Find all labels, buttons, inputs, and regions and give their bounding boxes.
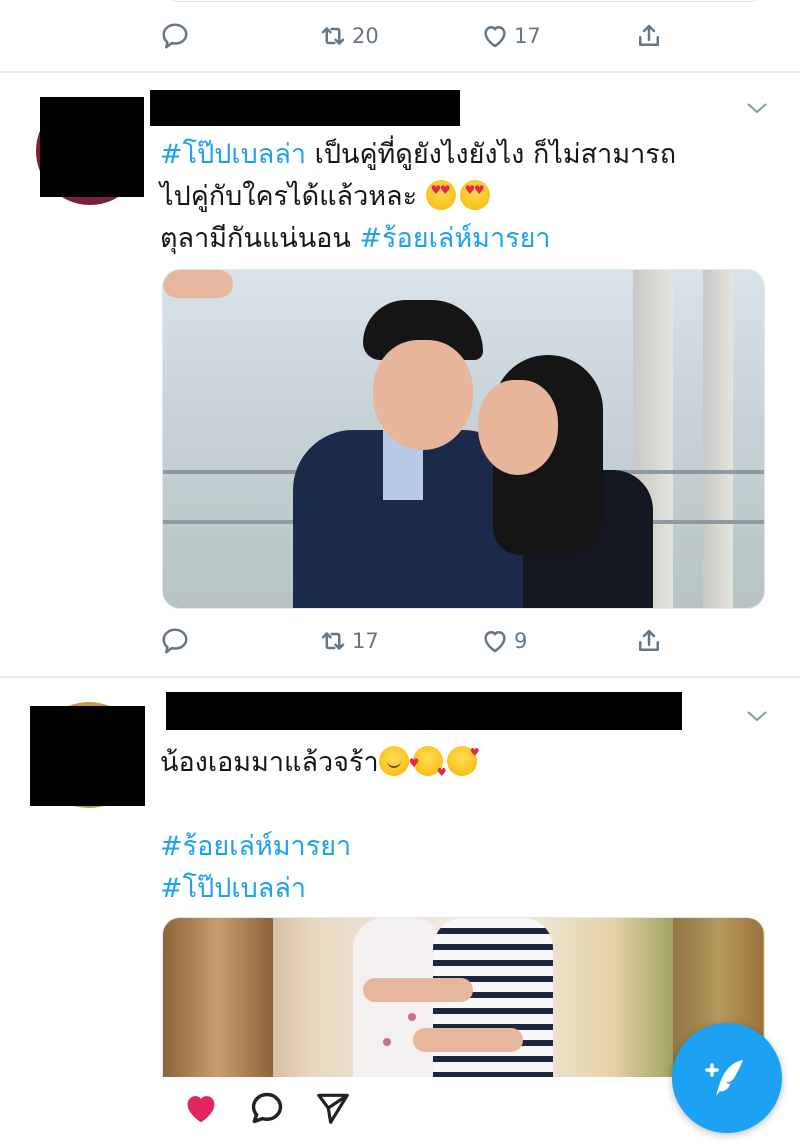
heart-filled-icon: [187, 1096, 215, 1123]
tweet-1[interactable]: #โป๊ปเบลล่า เป็นคู่ที่ดูยังไงยังไง ก็ไม่…: [0, 73, 800, 678]
like-button[interactable]: [178, 1085, 224, 1131]
tweet-text: น้องเอมมาแล้วจร้า #ร้อยเล่ห์มารยา #โป๊ปเ…: [160, 732, 760, 910]
redacted-username: [166, 692, 682, 730]
tweet-options-button[interactable]: [746, 708, 768, 722]
retweet-count: 17: [352, 629, 379, 653]
tweet-text-segment: น้องเอมมาแล้วจร้า: [160, 747, 379, 778]
reply-button[interactable]: [160, 16, 194, 56]
previous-media-card-edge: [165, 0, 765, 2]
chevron-down-icon: [747, 103, 767, 114]
hashtag-link[interactable]: #โป๊ปเบลล่า: [160, 873, 306, 904]
tweet-options-button[interactable]: [746, 100, 768, 114]
tweet-line: น้องเอมมาแล้วจร้า: [160, 732, 760, 794]
hashtag-link[interactable]: #ร้อยเล่ห์มารยา: [160, 831, 351, 862]
smiling-hearts-emoji: [409, 742, 447, 794]
comment-bubble-icon: [251, 1092, 283, 1124]
heart-eyes-emoji: [459, 180, 490, 210]
chevron-down-icon: [747, 711, 767, 722]
avatar[interactable]: [30, 702, 145, 808]
tweet-text: #โป๊ปเบลล่า เป็นคู่ที่ดูยังไงยังไง ก็ไม่…: [160, 134, 760, 260]
redaction-box: [30, 706, 145, 806]
tweet-text-segment: ไปคู่กับใครได้แล้วหละ: [160, 181, 426, 212]
retweet-icon: [321, 27, 345, 45]
send-icon: [317, 1093, 349, 1124]
hashtag-link[interactable]: #ร้อยเล่ห์มารยา: [359, 223, 550, 254]
share-icon: [639, 24, 659, 46]
retweet-button[interactable]: 17: [318, 621, 379, 661]
tweet-line: #โป๊ปเบลล่า: [160, 868, 760, 910]
kiss-emoji: [446, 732, 480, 776]
tweet-photo[interactable]: [162, 269, 765, 609]
tweet-text-segment: เป็นคู่ที่ดูยังไงยังไง ก็ไม่สามารถ: [306, 139, 677, 170]
tweet-photo[interactable]: [162, 917, 765, 1077]
smiling-blush-emoji: [378, 746, 409, 776]
like-count: 9: [514, 629, 528, 653]
heart-eyes-emoji: [425, 180, 456, 210]
reply-button[interactable]: [160, 621, 194, 661]
heart-outline-icon: [484, 26, 506, 48]
like-button[interactable]: 9: [480, 621, 527, 661]
tweet-text-segment: ตุลามีกันแน่นอน: [160, 223, 360, 254]
redacted-username: [150, 90, 460, 126]
hashtag-link[interactable]: #โป๊ปเบลล่า: [160, 139, 306, 170]
reply-icon: [162, 23, 188, 49]
reply-icon: [162, 628, 188, 654]
share-button[interactable]: [634, 621, 664, 661]
retweet-icon: [321, 632, 345, 650]
like-count: 17: [514, 24, 541, 48]
tweet-action-bar: 17 9: [160, 621, 680, 661]
previous-tweet-action-bar: 20 17: [160, 16, 680, 56]
bottom-action-bar: [160, 1085, 410, 1135]
heart-outline-icon: [484, 631, 506, 653]
tweet-line: #โป๊ปเบลล่า เป็นคู่ที่ดูยังไงยังไง ก็ไม่…: [160, 134, 760, 176]
retweet-button[interactable]: 20: [318, 16, 379, 56]
like-button[interactable]: 17: [480, 16, 541, 56]
tweet-line: ตุลามีกันแน่นอน #ร้อยเล่ห์มารยา: [160, 218, 760, 260]
share-button[interactable]: [634, 16, 664, 56]
comment-button[interactable]: [244, 1085, 290, 1131]
send-button[interactable]: [310, 1085, 356, 1131]
tweet-line: #ร้อยเล่ห์มารยา: [160, 826, 760, 868]
redaction-box: [40, 97, 144, 197]
tweet-line: ไปคู่กับใครได้แล้วหละ: [160, 176, 760, 218]
compose-tweet-button[interactable]: [672, 1023, 782, 1133]
compose-tweet-icon: [705, 1060, 743, 1096]
retweet-count: 20: [352, 24, 379, 48]
avatar[interactable]: [34, 95, 146, 207]
share-icon: [639, 629, 659, 651]
